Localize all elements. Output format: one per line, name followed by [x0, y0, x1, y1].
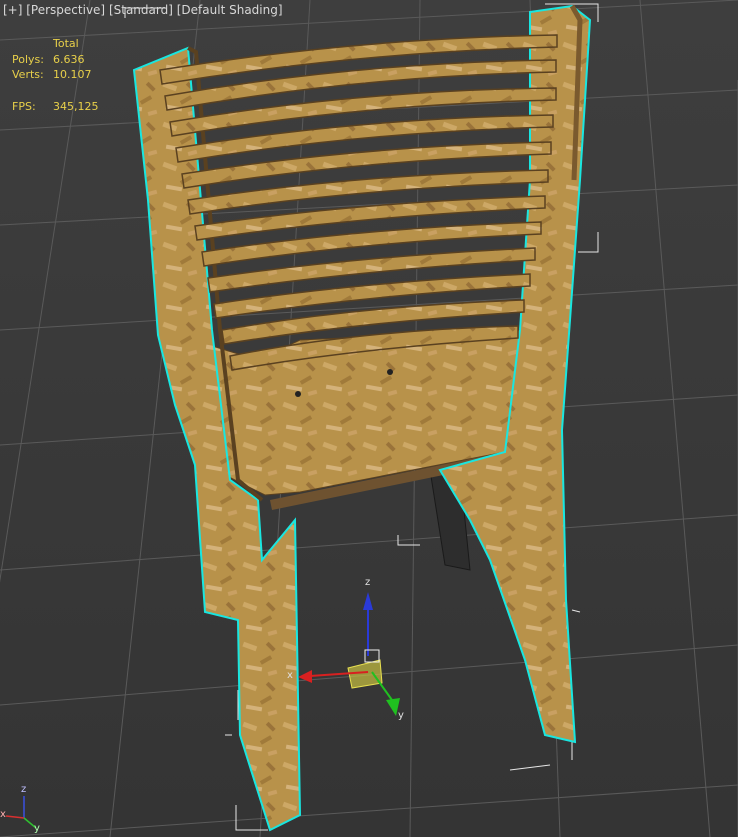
- stats-header: Total: [53, 37, 79, 50]
- gizmo-z-label: z: [365, 577, 371, 588]
- viewport-view-button[interactable]: [Perspective]: [26, 3, 105, 17]
- perspective-viewport[interactable]: [+] [Perspective] [Standard] [Default Sh…: [0, 0, 738, 837]
- tripod-x-label: x: [0, 809, 6, 820]
- viewport-mode-button[interactable]: [Standard]: [109, 3, 173, 17]
- polys-value: 6.636: [53, 53, 85, 66]
- polys-label: Polys:: [12, 53, 44, 66]
- fps-label: FPS:: [12, 100, 36, 113]
- fps-value: 345,125: [53, 100, 99, 113]
- verts-label: Verts:: [12, 68, 44, 81]
- screw-hole: [387, 369, 393, 375]
- viewport-shading-button[interactable]: [Default Shading]: [177, 3, 283, 17]
- viewport-label[interactable]: [+] [Perspective] [Standard] [Default Sh…: [3, 3, 283, 17]
- gizmo-y-label: y: [398, 710, 404, 721]
- verts-value: 10.107: [53, 68, 92, 81]
- viewport-menu-button[interactable]: [+]: [3, 3, 22, 17]
- gizmo-x-label: x: [287, 670, 293, 681]
- tripod-y-label: y: [34, 823, 40, 834]
- screw-hole: [295, 391, 301, 397]
- tripod-z-label: z: [21, 784, 27, 795]
- viewport-scene[interactable]: [0, 0, 738, 837]
